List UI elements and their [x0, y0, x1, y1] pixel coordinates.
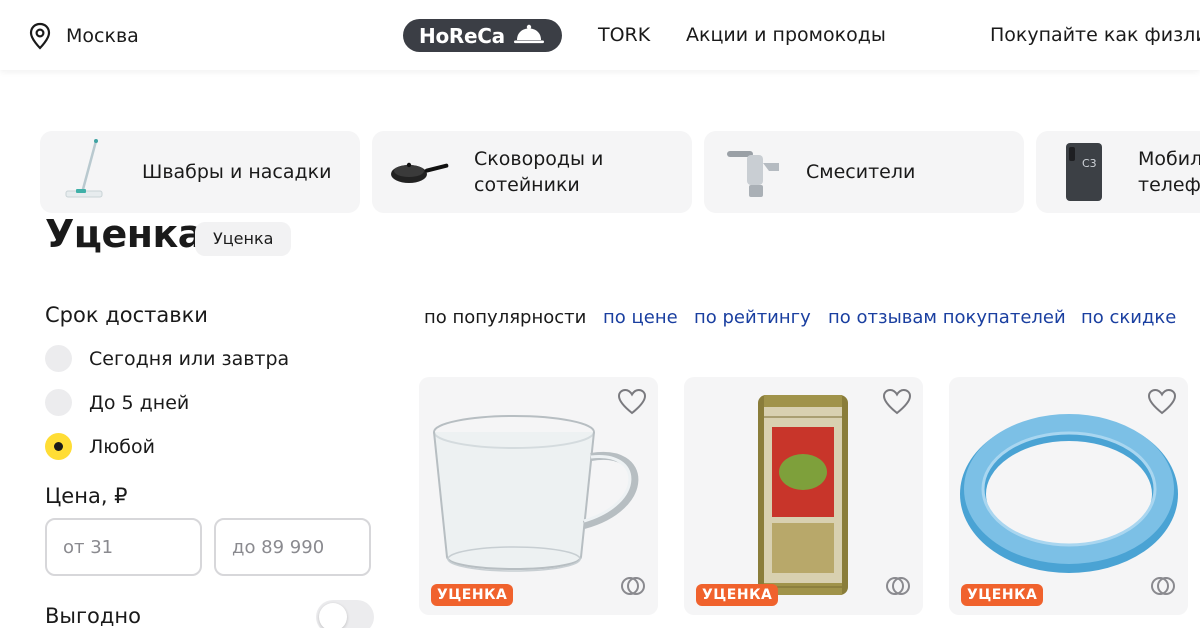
product-card[interactable]: УЦЕНКА: [684, 377, 923, 615]
price-heading: Цена, ₽: [45, 484, 128, 508]
svg-text:C3: C3: [1082, 157, 1097, 170]
radio-button-selected[interactable]: [45, 433, 72, 460]
category-mops[interactable]: Швабры и насадки: [40, 131, 360, 213]
category-label-line1: Сковороды и: [474, 148, 604, 170]
category-label-line2: сотейники: [474, 174, 580, 196]
discount-badge: УЦЕНКА: [696, 584, 779, 606]
heart-icon[interactable]: [617, 388, 647, 419]
horeca-button[interactable]: HoReCa: [403, 19, 562, 52]
compare-icon[interactable]: [1150, 573, 1176, 603]
profitable-label: Выгодно: [45, 604, 141, 628]
discount-badge: УЦЕНКА: [961, 584, 1044, 606]
category-label-line1: Смесители: [806, 161, 916, 183]
category-label-line1: Мобильные: [1138, 148, 1200, 170]
delivery-heading: Срок доставки: [45, 303, 208, 327]
category-phones[interactable]: C3 Мобильные телефоны: [1036, 131, 1200, 213]
radio-label: Сегодня или завтра: [89, 347, 290, 370]
profitable-toggle[interactable]: [316, 600, 374, 628]
sort-reviews[interactable]: по отзывам покупателей: [828, 307, 1066, 328]
phone-icon: C3: [1046, 131, 1122, 213]
radio-button[interactable]: [45, 389, 72, 416]
cloche-icon: [513, 23, 545, 49]
sort-discount[interactable]: по скидке: [1081, 307, 1176, 328]
location-pin-icon: [28, 22, 52, 50]
category-label-line2: телефоны: [1138, 174, 1200, 196]
compare-icon[interactable]: [620, 573, 646, 603]
product-card[interactable]: УЦЕНКА: [419, 377, 658, 615]
delivery-option-today[interactable]: Сегодня или завтра: [45, 345, 289, 372]
radio-label: Любой: [89, 435, 155, 458]
category-faucets[interactable]: Смесители: [704, 131, 1024, 213]
category-label-line1: Швабры и насадки: [142, 161, 332, 183]
radio-label: До 5 дней: [89, 391, 190, 414]
category-pans[interactable]: Сковороды и сотейники: [372, 131, 692, 213]
heart-icon[interactable]: [1147, 388, 1177, 419]
delivery-option-any[interactable]: Любой: [45, 433, 155, 460]
horeca-label: HoReCa: [419, 23, 505, 48]
title-chip[interactable]: Уценка: [195, 222, 292, 256]
top-header: Москва HoReCa TORK Акции и промокоды Пок…: [0, 0, 1200, 70]
nav-promos-link[interactable]: Акции и промокоды: [686, 24, 886, 46]
sort-price[interactable]: по цене: [603, 307, 678, 328]
heart-icon[interactable]: [882, 388, 912, 419]
sort-rating[interactable]: по рейтингу: [694, 307, 811, 328]
location-selector[interactable]: Москва: [28, 22, 139, 50]
mop-icon: [50, 131, 126, 213]
nav-tork-link[interactable]: TORK: [598, 24, 650, 46]
discount-badge: УЦЕНКА: [431, 584, 514, 606]
delivery-option-5days[interactable]: До 5 дней: [45, 389, 189, 416]
frying-pan-icon: [382, 131, 458, 213]
faucet-icon: [714, 131, 790, 213]
radio-button[interactable]: [45, 345, 72, 372]
compare-icon[interactable]: [885, 573, 911, 603]
location-label: Москва: [66, 25, 139, 47]
price-to-input[interactable]: [214, 518, 371, 576]
price-from-input[interactable]: [45, 518, 202, 576]
toggle-knob: [319, 603, 347, 628]
sort-popularity[interactable]: по популярности: [424, 307, 586, 328]
product-card[interactable]: УЦЕНКА: [949, 377, 1188, 615]
page-title: Уценка: [45, 212, 203, 256]
nav-individual-link[interactable]: Покупайте как физлицо: [990, 24, 1200, 46]
